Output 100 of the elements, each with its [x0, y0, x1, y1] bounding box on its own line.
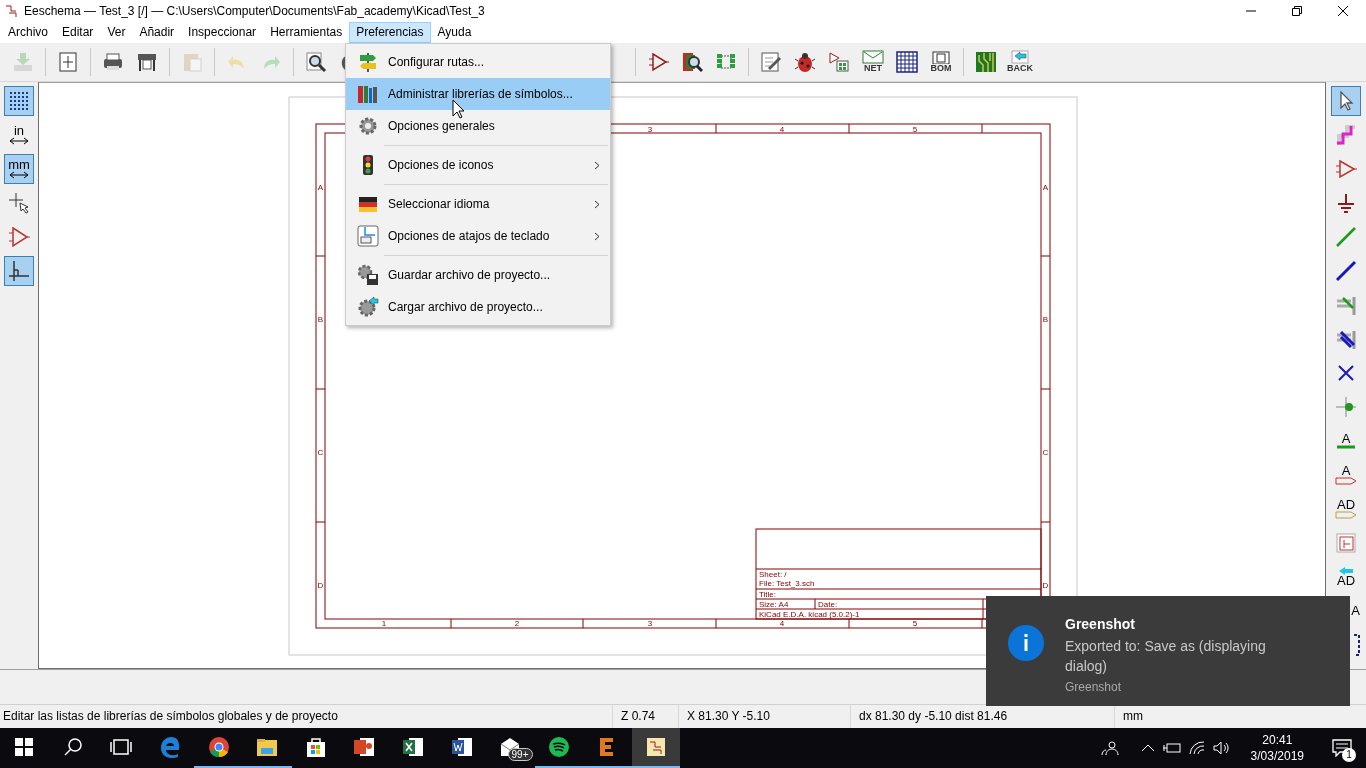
minimize-icon [1246, 10, 1256, 12]
circuit-board-icon [975, 50, 997, 73]
printer-icon [102, 50, 124, 73]
row-label: C [317, 447, 324, 457]
battery-plug-icon[interactable] [1162, 742, 1181, 755]
row-label: B [1042, 314, 1049, 324]
notification-source: Greenshot [1065, 680, 1123, 694]
tool-button[interactable] [4, 255, 34, 286]
toolbar-button[interactable]: NET [857, 45, 889, 78]
search-icon [62, 737, 83, 758]
notification-title: Greenshot [1065, 616, 1136, 632]
mouse-cursor-icon [452, 99, 465, 119]
tool-button[interactable]: in [4, 119, 34, 150]
grid-icon [8, 89, 30, 112]
menu-item[interactable]: Editar [55, 22, 101, 43]
bug-icon [794, 50, 816, 73]
menu-entry[interactable]: Opciones de atajos de teclado [346, 220, 610, 252]
column-label: 4 [779, 618, 785, 628]
crosshair-cursor-icon [8, 191, 30, 214]
restore-icon [1292, 6, 1302, 16]
tool-button[interactable]: AD [1331, 561, 1361, 592]
tag-outline-icon [1335, 476, 1357, 485]
clock-time: 20:41 [1262, 733, 1293, 748]
row-label: C [1042, 447, 1049, 457]
menu-entry[interactable]: Opciones de iconos [346, 149, 610, 181]
menu-entry[interactable]: Administrar librerías de símbolos... [346, 78, 610, 110]
tool-button[interactable]: A [1331, 459, 1361, 490]
magnifier-icon [305, 50, 327, 73]
row-label: D [1042, 580, 1049, 590]
shopping-bag-icon [304, 736, 327, 759]
menu-item[interactable]: Inspeccionar [181, 22, 264, 43]
chevron-right-icon [594, 160, 600, 170]
windows-logo-icon [14, 737, 35, 758]
book-magnifier-icon [681, 50, 703, 73]
tool-button[interactable]: A [1331, 425, 1361, 456]
toolbar-button[interactable]: BOM [925, 45, 957, 78]
task-view-icon [109, 737, 134, 758]
title-label: Title: [759, 589, 777, 599]
taskbar-button[interactable] [631, 728, 681, 768]
tool-button[interactable]: AD [1331, 493, 1361, 524]
edge-icon [159, 736, 182, 759]
wifi-icon[interactable] [1188, 741, 1205, 756]
menu-item[interactable]: Añadir [132, 22, 182, 43]
tag-outline-icon [1335, 510, 1357, 519]
underline-icon [1335, 444, 1357, 449]
presentation-app-icon [353, 736, 376, 759]
taskbar-button[interactable]: 99+ [485, 728, 535, 768]
menu-item[interactable]: Ver [100, 22, 133, 43]
app-icon [4, 4, 18, 18]
action-center-button[interactable]: 1 [1324, 730, 1360, 767]
books-icon [357, 83, 379, 105]
menu-item[interactable]: Archivo [1, 22, 55, 43]
close-icon [1338, 6, 1348, 16]
net-highlight-icon [1335, 123, 1357, 146]
chevron-right-icon [594, 199, 600, 209]
clock-date: 3/03/2019 [1250, 749, 1304, 764]
chevron-right-icon [594, 231, 600, 241]
menu-entry[interactable]: Configurar rutas... [346, 46, 610, 78]
row-label: D [317, 580, 324, 590]
window-title: Eeschema — Test_3 [/] — C:\Users\Computer\Documents\Fab_academy\Kicad\Test_3 [24, 4, 486, 18]
folder-icon [256, 736, 279, 759]
sheet-icon [1335, 531, 1357, 554]
page-icon [57, 50, 79, 73]
menu-entry[interactable]: Guardar archivo de proyecto... [346, 259, 610, 291]
gear-disk-icon [357, 264, 379, 286]
caret-up-icon[interactable] [1140, 743, 1155, 754]
double-arrow-icon [8, 170, 30, 179]
document-app-icon [645, 736, 667, 759]
status-message: Editar las listas de librerías de símbolos globales y de proyecto [2, 708, 339, 726]
amplifier-icon [8, 225, 30, 248]
toolbar-button[interactable]: BACK [1004, 45, 1036, 78]
tool-button[interactable] [4, 85, 34, 116]
file-label: File: Test_3.sch [759, 578, 815, 588]
row-label: A [1042, 182, 1049, 192]
menu-item[interactable]: Ayuda [430, 22, 479, 43]
menu-entry[interactable]: Seleccionar idioma [346, 188, 610, 220]
menu-item[interactable]: Herramientas [263, 22, 350, 43]
kicad-version-label: KiCad E.D.A. kicad (5.0.2)-1 [759, 609, 860, 619]
info-icon [1008, 625, 1044, 661]
size-label: Size: A4 [759, 599, 789, 609]
tool-button[interactable]: mm [4, 153, 34, 184]
volume-icon[interactable] [1212, 741, 1229, 756]
menu-item[interactable]: Preferencias [349, 22, 431, 43]
tray-arrow-icon [12, 50, 34, 73]
people-icon [1100, 740, 1119, 757]
spreadsheet-app-icon [402, 736, 425, 759]
notification-count: 1 [1342, 748, 1356, 763]
signpost-icon [357, 51, 379, 73]
menu-entry[interactable]: Cargar archivo de proyecto... [346, 291, 610, 323]
symbol-chip-icon [828, 50, 850, 73]
net-icon [862, 50, 884, 65]
document-app-icon [450, 736, 473, 759]
tool-button[interactable] [1331, 85, 1361, 116]
column-label: 1 [381, 618, 387, 628]
column-label: 2 [514, 618, 520, 628]
sheet-label: Sheet: / [759, 569, 787, 579]
column-label: 5 [912, 124, 918, 134]
tool-button[interactable]: A [1331, 595, 1361, 626]
column-label: 4 [779, 124, 785, 134]
pencil-page-icon [760, 50, 782, 73]
